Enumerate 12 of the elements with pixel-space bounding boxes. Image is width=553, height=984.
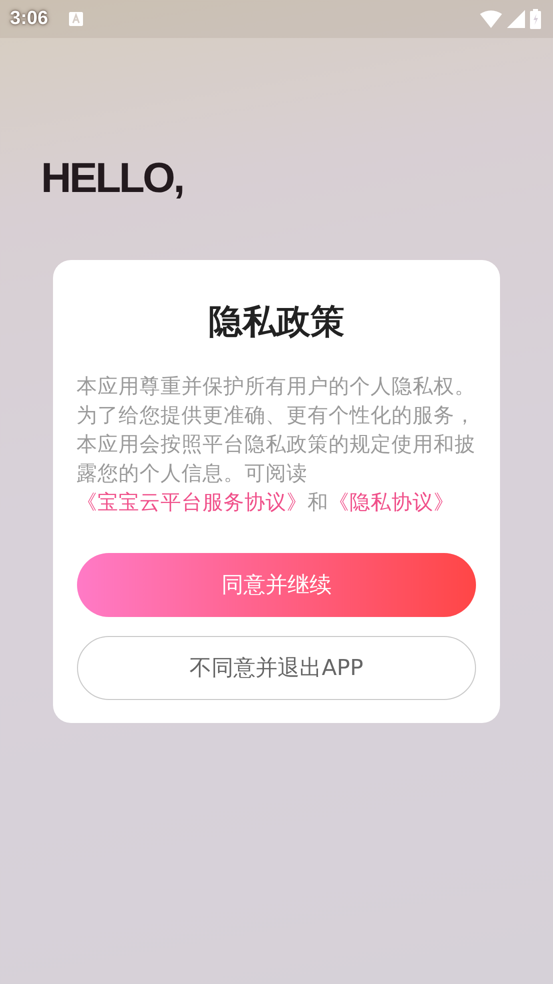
battery-icon [530,9,541,29]
wifi-icon [480,10,502,28]
agree-button[interactable]: 同意并继续 [77,553,476,617]
signal-icon [507,10,525,28]
decline-button[interactable]: 不同意并退出APP [77,636,476,700]
status-time: 3:06 [10,8,48,30]
dialog-title: 隐私政策 [208,301,344,344]
greeting-title: HELLO, [41,153,184,203]
policy-text: 本应用尊重并保护所有用户的个人隐私权。为了给您提供更准确、更有个性化的服务，本应用会按照平台隐私政策的规定使用和披露您的个人信息。可阅读 《宝宝云平台服务协议》和《隐私协议》 [76,373,476,516]
policy-link[interactable]: 《宝宝云平台服务协议》 [76,490,308,514]
policy-link[interactable]: 《隐私协议》 [328,490,454,514]
notification-icon [69,12,84,26]
